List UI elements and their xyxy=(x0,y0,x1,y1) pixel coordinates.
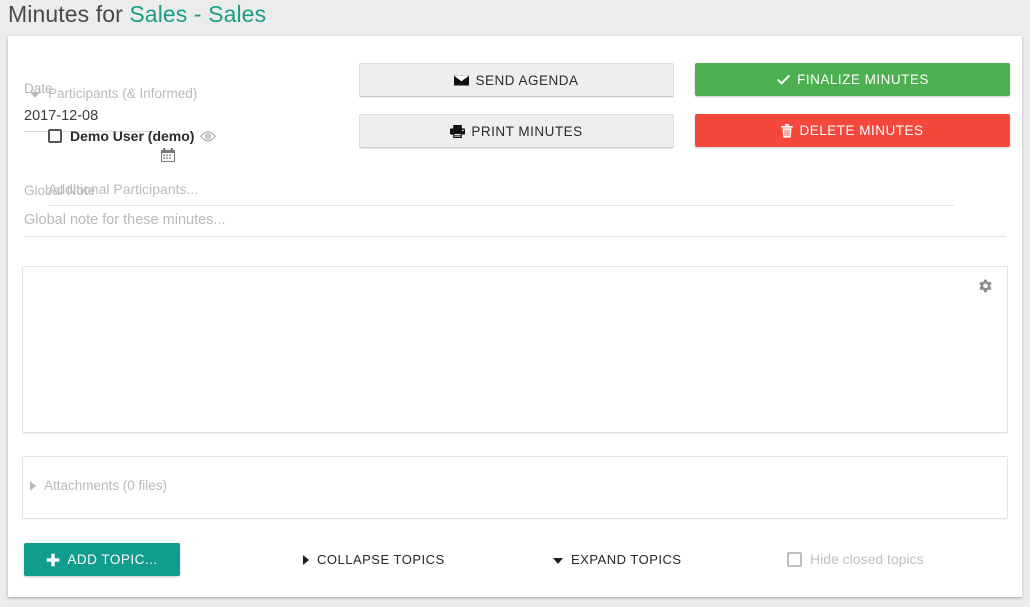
check-icon xyxy=(776,74,791,86)
minutes-card: Date 2017-12-08 SEND AGENDA PRINT MINUTE… xyxy=(8,36,1022,597)
additional-participants-underline xyxy=(48,205,954,206)
send-agenda-button[interactable]: SEND AGENDA xyxy=(359,63,674,97)
expand-topics-label: EXPAND TOPICS xyxy=(571,552,682,567)
page-title-prefix: Minutes for xyxy=(8,1,130,27)
print-minutes-button[interactable]: PRINT MINUTES xyxy=(359,114,674,148)
global-note-placeholder: Global note for these minutes... xyxy=(24,212,226,228)
finalize-minutes-label: FINALIZE MINUTES xyxy=(797,72,929,87)
participants-panel-title: Participants (& Informed) xyxy=(48,86,198,101)
page-title-accent: Sales - Sales xyxy=(129,1,267,27)
global-note-underline xyxy=(24,236,1006,237)
trash-icon xyxy=(781,123,794,138)
print-minutes-label: PRINT MINUTES xyxy=(471,123,583,139)
attachments-panel-title: Attachments (0 files) xyxy=(44,478,168,493)
triangle-right-icon xyxy=(30,480,36,491)
participant-checkbox[interactable] xyxy=(48,129,62,143)
envelope-icon xyxy=(454,75,470,86)
delete-minutes-button[interactable]: DELETE MINUTES xyxy=(695,114,1010,147)
add-topic-label: ADD TOPIC... xyxy=(67,552,158,567)
triangle-down-icon xyxy=(553,557,563,564)
hide-closed-topics-toggle[interactable]: Hide closed topics xyxy=(787,551,924,567)
plus-icon xyxy=(46,553,60,567)
additional-participants-placeholder: Additional Participants... xyxy=(48,181,199,197)
attachments-panel-header[interactable]: Attachments (0 files) xyxy=(30,478,167,493)
triangle-down-icon xyxy=(30,91,40,98)
global-note-input[interactable]: Global note for these minutes... xyxy=(24,212,1006,237)
collapse-topics-label: COLLAPSE TOPICS xyxy=(317,552,445,567)
expand-topics-button[interactable]: EXPAND TOPICS xyxy=(553,552,682,567)
hide-closed-topics-checkbox[interactable] xyxy=(787,551,802,567)
attachments-panel xyxy=(22,456,1008,519)
participants-panel-header[interactable]: Participants (& Informed) xyxy=(30,86,197,101)
add-topic-button[interactable]: ADD TOPIC... xyxy=(24,543,180,576)
calendar-icon[interactable] xyxy=(161,148,175,162)
additional-participants-input[interactable]: Additional Participants... xyxy=(48,181,954,206)
hide-closed-topics-label: Hide closed topics xyxy=(810,551,924,567)
send-agenda-label: SEND AGENDA xyxy=(475,72,579,88)
eye-icon[interactable] xyxy=(200,130,217,142)
finalize-minutes-button[interactable]: FINALIZE MINUTES xyxy=(695,63,1010,96)
delete-minutes-label: DELETE MINUTES xyxy=(799,123,924,138)
page-title: Minutes for Sales - Sales xyxy=(8,1,266,28)
participant-name: Demo User (demo) xyxy=(70,128,195,144)
triangle-right-icon xyxy=(303,554,309,565)
participants-panel xyxy=(22,266,1008,433)
collapse-topics-button[interactable]: COLLAPSE TOPICS xyxy=(303,552,445,567)
gear-icon[interactable] xyxy=(977,279,995,297)
printer-icon xyxy=(450,124,466,138)
participant-row: Demo User (demo) xyxy=(48,128,217,144)
app-root: Minutes for Sales - Sales Date 2017-12-0… xyxy=(0,0,1030,607)
